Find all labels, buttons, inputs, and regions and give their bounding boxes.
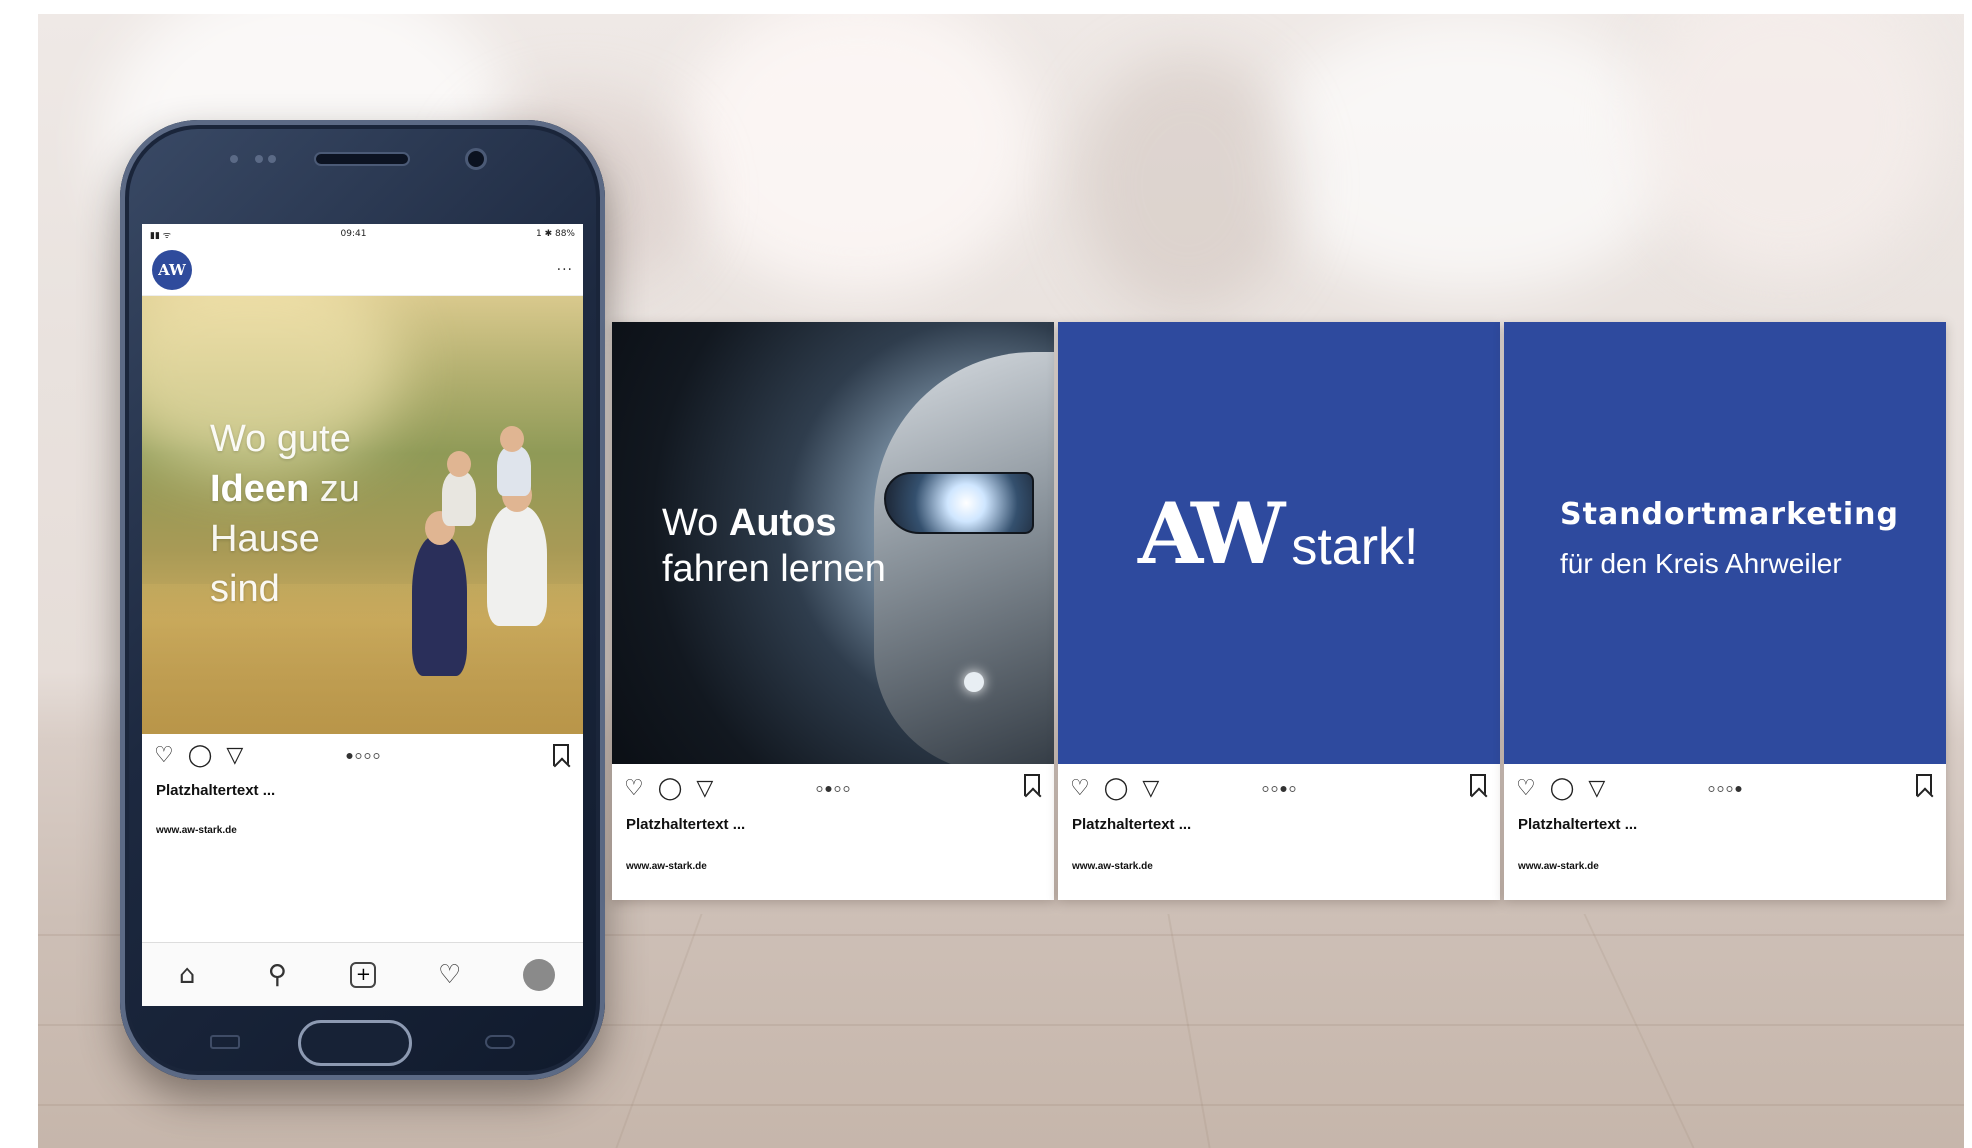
- comment-icon[interactable]: ◯: [1104, 778, 1129, 800]
- heart-icon[interactable]: ♡: [1070, 778, 1090, 800]
- post-card-3[interactable]: Standortmarketing für den Kreis Ahrweile…: [1504, 322, 1946, 900]
- post-card-2[interactable]: AW stark! ♡ ◯ ▽ Platzhaltertext ... www.…: [1058, 322, 1500, 900]
- carousel-dot: [1289, 786, 1296, 792]
- bokeh-light: [1638, 14, 1938, 274]
- home-icon[interactable]: ⌂: [170, 960, 204, 990]
- photo-child: [497, 446, 531, 496]
- post-url[interactable]: www.aw-stark.de: [612, 835, 1054, 872]
- table-grain: [1583, 914, 1695, 1148]
- carousel-dot: [1280, 786, 1287, 792]
- heart-icon[interactable]: ♡: [624, 778, 644, 800]
- post-url[interactable]: www.aw-stark.de: [1504, 835, 1946, 872]
- carousel-indicator: [1708, 786, 1742, 792]
- carousel-indicator: [1262, 786, 1296, 792]
- car-photo: [874, 352, 1054, 764]
- photo-person: [412, 536, 467, 676]
- post-headline: Wo gute Ideen zu Hause sind: [210, 418, 360, 610]
- smartphone: ▮▮ ᯤ 09:41 1 ✱ 88% AW ··· Wo gute Ideen …: [120, 120, 605, 1080]
- table-grain: [1167, 914, 1211, 1148]
- photo-child: [442, 471, 476, 526]
- status-bar: ▮▮ ᯤ 09:41 1 ✱ 88%: [142, 224, 583, 244]
- post-caption: Platzhaltertext ...: [156, 782, 276, 799]
- comment-icon[interactable]: ◯: [1550, 778, 1575, 800]
- car-headlight: [884, 472, 1034, 534]
- post-image[interactable]: Wo gute Ideen zu Hause sind: [142, 296, 583, 734]
- post-headline: Standortmarketing für den Kreis Ahrweile…: [1560, 497, 1900, 579]
- carousel-dot: [1262, 786, 1269, 792]
- post-card-1[interactable]: Wo Autos fahren lernen ♡ ◯ ▽ Platzhalter…: [612, 322, 1054, 900]
- status-time: 09:41: [340, 229, 367, 239]
- comment-icon[interactable]: ◯: [188, 745, 213, 767]
- bookmark-icon[interactable]: [1916, 774, 1932, 796]
- share-icon[interactable]: ▽: [1142, 778, 1159, 800]
- post-caption: Platzhaltertext ...: [1072, 816, 1192, 833]
- carousel-dot: [364, 753, 370, 759]
- bookmark-icon[interactable]: [553, 744, 569, 766]
- phone-sensor: [268, 155, 276, 163]
- carousel-dot: [1726, 786, 1733, 792]
- phone-speaker: [314, 152, 410, 166]
- share-icon[interactable]: ▽: [696, 778, 713, 800]
- aw-stark-logo: AW stark!: [1138, 484, 1419, 583]
- bokeh-shadow: [1078, 54, 1298, 314]
- post-header: AW ···: [142, 244, 583, 296]
- table-grain: [615, 914, 703, 1148]
- profile-icon[interactable]: [522, 958, 555, 991]
- phone-camera: [465, 148, 487, 170]
- heart-icon[interactable]: ♡: [1516, 778, 1536, 800]
- avatar[interactable]: AW: [152, 249, 192, 290]
- carousel-indicator: [816, 786, 850, 792]
- back-key[interactable]: [485, 1035, 515, 1049]
- carousel-dot: [355, 753, 361, 759]
- share-icon[interactable]: ▽: [226, 745, 243, 767]
- bookmark-icon[interactable]: [1470, 774, 1486, 796]
- search-icon[interactable]: ⚲: [260, 960, 294, 990]
- carousel-indicator: [346, 753, 379, 759]
- carousel-dot: [346, 753, 352, 759]
- phone-screen: ▮▮ ᯤ 09:41 1 ✱ 88% AW ··· Wo gute Ideen …: [142, 224, 583, 1006]
- post-actions: ♡ ◯ ▽: [1058, 764, 1500, 814]
- carousel-dot: [816, 786, 823, 792]
- heart-icon[interactable]: ♡: [433, 960, 467, 990]
- carousel-dot: [373, 753, 379, 759]
- signal-icon: ▮▮ ᯤ: [150, 230, 171, 241]
- comment-icon[interactable]: ◯: [658, 778, 683, 800]
- home-button[interactable]: [298, 1020, 412, 1066]
- phone-sensor: [230, 155, 238, 163]
- carousel-dot: [1271, 786, 1278, 792]
- post-actions: ♡ ◯ ▽: [1504, 764, 1946, 814]
- post-caption: Platzhaltertext ...: [626, 816, 746, 833]
- post-actions: ♡ ◯ ▽: [142, 734, 583, 778]
- post-image[interactable]: Standortmarketing für den Kreis Ahrweile…: [1504, 322, 1946, 764]
- bokeh-light: [678, 14, 1038, 294]
- recent-apps-key[interactable]: [210, 1035, 240, 1049]
- photo-person: [487, 506, 547, 626]
- carousel-dot: [1717, 786, 1724, 792]
- carousel-dot: [1708, 786, 1715, 792]
- carousel-dot: [1735, 786, 1742, 792]
- bookmark-icon[interactable]: [1024, 774, 1040, 796]
- carousel-dot: [834, 786, 841, 792]
- post-image[interactable]: Wo Autos fahren lernen: [612, 322, 1054, 764]
- post-image[interactable]: AW stark!: [1058, 322, 1500, 764]
- post-url[interactable]: www.aw-stark.de: [142, 803, 583, 836]
- more-options-icon[interactable]: ···: [557, 262, 573, 278]
- carousel-dot: [843, 786, 850, 792]
- share-icon[interactable]: ▽: [1588, 778, 1605, 800]
- post-actions: ♡ ◯ ▽: [612, 764, 1054, 814]
- add-icon[interactable]: +: [350, 961, 377, 988]
- bokeh-light: [1258, 14, 1678, 294]
- carousel-dot: [825, 786, 832, 792]
- phone-sensor: [255, 155, 263, 163]
- battery-status: 1 ✱ 88%: [535, 229, 575, 239]
- bottom-tab-bar: ⌂ ⚲ + ♡: [142, 942, 583, 1006]
- post-headline: Wo Autos fahren lernen: [662, 502, 886, 590]
- heart-icon[interactable]: ♡: [154, 745, 174, 767]
- post-caption: Platzhaltertext ...: [1518, 816, 1638, 833]
- post-url[interactable]: www.aw-stark.de: [1058, 835, 1500, 872]
